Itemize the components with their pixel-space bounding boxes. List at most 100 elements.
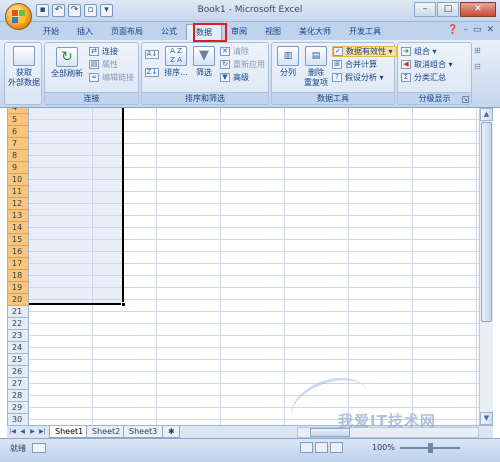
- group-button[interactable]: ➜ 组合 ▾: [401, 46, 437, 57]
- advanced-filter-button[interactable]: ▼ 高级: [220, 72, 249, 83]
- row-header[interactable]: 21: [8, 306, 29, 318]
- fill-handle[interactable]: [121, 302, 126, 307]
- row-header[interactable]: 10: [8, 174, 29, 186]
- tab-developer[interactable]: 开发工具: [340, 24, 390, 40]
- row-header[interactable]: 13: [8, 210, 29, 222]
- row-headers: 4567891011121314151617181920212223242526…: [8, 108, 29, 425]
- tab-page-layout[interactable]: 页面布局: [102, 24, 152, 40]
- group-label-outline: 分级显示: [398, 92, 471, 104]
- row-header[interactable]: 9: [8, 162, 29, 174]
- row-header[interactable]: 7: [8, 138, 29, 150]
- zoom-slider-knob[interactable]: [428, 443, 433, 453]
- reapply-icon: ↻: [220, 60, 230, 69]
- ungroup-button[interactable]: ◀ 取消组合 ▾: [401, 59, 453, 70]
- get-external-label2: 外部数据: [8, 78, 40, 87]
- ribbon-minimize-icon[interactable]: –: [463, 25, 468, 35]
- row-header[interactable]: 26: [8, 366, 29, 378]
- row-header[interactable]: 12: [8, 198, 29, 210]
- first-sheet-icon[interactable]: |◀: [8, 427, 17, 437]
- zoom-level[interactable]: 100%: [372, 443, 395, 452]
- row-header[interactable]: 17: [8, 258, 29, 270]
- next-sheet-icon[interactable]: ▶: [28, 427, 37, 437]
- sort-button[interactable]: A ZZ A 排序...: [162, 46, 190, 78]
- row-header[interactable]: 30: [8, 414, 29, 425]
- row-header[interactable]: 6: [8, 126, 29, 138]
- row-header[interactable]: 19: [8, 282, 29, 294]
- row-header[interactable]: 22: [8, 318, 29, 330]
- outline-dialog-launcher-icon[interactable]: ↘: [462, 96, 469, 103]
- tab-home[interactable]: 开始: [34, 24, 68, 40]
- edit-links-button[interactable]: ∞ 编辑链接: [89, 72, 134, 83]
- data-validation-button[interactable]: ✓ 数据有效性 ▾: [332, 46, 397, 57]
- hide-detail-icon[interactable]: ⊟: [474, 62, 481, 71]
- scroll-down-icon[interactable]: ▼: [480, 412, 493, 425]
- ribbon-tab-row: 开始 插入 页面布局 公式 数据 审阅 视图 美化大师 开发工具 ❓ – ▭ ✕: [0, 22, 500, 40]
- row-header[interactable]: 11: [8, 186, 29, 198]
- sheet-tab-sheet1[interactable]: Sheet1: [49, 426, 90, 438]
- clear-filter-button[interactable]: ✕ 清除: [220, 46, 249, 57]
- what-if-analysis-button[interactable]: ? 假设分析 ▾: [332, 72, 384, 83]
- normal-view-icon[interactable]: [300, 442, 313, 453]
- remove-duplicates-button[interactable]: ▤ 删除 重复项: [303, 46, 329, 88]
- vertical-scroll-thumb[interactable]: [481, 122, 492, 322]
- properties-button[interactable]: ▤ 属性: [89, 59, 118, 70]
- vertical-scrollbar[interactable]: ▲ ▼: [479, 108, 493, 425]
- office-button[interactable]: [5, 3, 32, 30]
- row-header[interactable]: 15: [8, 234, 29, 246]
- row-header[interactable]: 8: [8, 150, 29, 162]
- row-header[interactable]: 27: [8, 378, 29, 390]
- show-detail-icon[interactable]: ⊞: [474, 46, 481, 55]
- selected-range[interactable]: [29, 108, 124, 305]
- minimize-button[interactable]: –: [414, 2, 436, 17]
- view-buttons: [300, 442, 343, 453]
- maximize-button[interactable]: □: [437, 2, 459, 17]
- text-to-columns-label: 分列: [280, 68, 296, 77]
- prev-sheet-icon[interactable]: ◀: [18, 427, 27, 437]
- sort-asc-button[interactable]: A↓: [145, 49, 162, 60]
- row-header[interactable]: 16: [8, 246, 29, 258]
- row-header[interactable]: 24: [8, 342, 29, 354]
- tab-beautify-master[interactable]: 美化大师: [290, 24, 340, 40]
- row-header[interactable]: 14: [8, 222, 29, 234]
- properties-icon: ▤: [89, 60, 99, 69]
- row-header[interactable]: 23: [8, 330, 29, 342]
- status-ready: 就绪: [10, 444, 26, 453]
- close-button[interactable]: ✕: [460, 2, 496, 17]
- tab-formulas[interactable]: 公式: [152, 24, 186, 40]
- refresh-all-button[interactable]: ↻ 全部刷新: [48, 47, 86, 79]
- row-header[interactable]: 5: [8, 114, 29, 126]
- row-header[interactable]: 20: [8, 294, 29, 306]
- macro-record-icon[interactable]: [32, 443, 46, 453]
- group-outline: ➜ 组合 ▾ ◀ 取消组合 ▾ Σ 分类汇总 分级显示 ↘: [397, 42, 472, 105]
- get-external-data-button[interactable]: 获取 外部数据: [8, 46, 40, 88]
- ribbon-restore-icon[interactable]: ▭: [473, 25, 482, 35]
- row-header[interactable]: 29: [8, 402, 29, 414]
- tab-review[interactable]: 审阅: [222, 24, 256, 40]
- help-icon[interactable]: ❓: [447, 25, 458, 35]
- sort-desc-button[interactable]: Z↓: [145, 67, 162, 78]
- connections-icon: ⇄: [89, 47, 99, 56]
- page-break-view-icon[interactable]: [330, 442, 343, 453]
- text-to-columns-button[interactable]: ▥ 分列: [275, 46, 301, 78]
- reapply-button[interactable]: ↻ 重新应用: [220, 59, 265, 70]
- ribbon-close-icon[interactable]: ✕: [486, 25, 494, 35]
- sheet-tab-sheet2[interactable]: Sheet2: [86, 426, 127, 438]
- last-sheet-icon[interactable]: ▶|: [38, 427, 47, 437]
- insert-sheet-icon[interactable]: ✱: [162, 426, 180, 438]
- group-rows-icon: ➜: [401, 47, 411, 56]
- row-header[interactable]: 28: [8, 390, 29, 402]
- tab-view[interactable]: 视图: [256, 24, 290, 40]
- row-header[interactable]: 25: [8, 354, 29, 366]
- page-layout-view-icon[interactable]: [315, 442, 328, 453]
- consolidate-button[interactable]: ⊞ 合并计算: [332, 59, 377, 70]
- office-logo-icon: [12, 10, 26, 24]
- sheet-tab-sheet3[interactable]: Sheet3: [123, 426, 164, 438]
- row-header[interactable]: 18: [8, 270, 29, 282]
- subtotal-button[interactable]: Σ 分类汇总: [401, 72, 446, 83]
- connections-button[interactable]: ⇄ 连接: [89, 46, 118, 57]
- worksheet[interactable]: 4567891011121314151617181920212223242526…: [7, 108, 493, 425]
- tab-insert[interactable]: 插入: [68, 24, 102, 40]
- scroll-up-icon[interactable]: ▲: [480, 108, 493, 121]
- tab-row-controls: ❓ – ▭ ✕: [447, 25, 494, 35]
- filter-button[interactable]: ▼ 筛选: [192, 46, 216, 78]
